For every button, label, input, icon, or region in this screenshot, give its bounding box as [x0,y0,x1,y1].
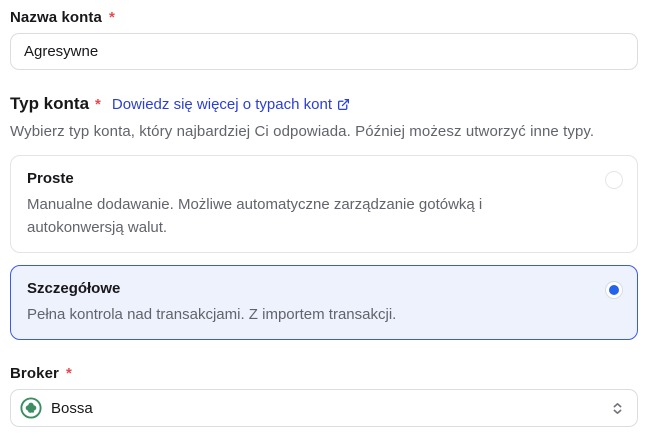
account-name-input[interactable] [10,33,638,70]
radio-button[interactable] [605,281,623,299]
account-form: Nazwa konta * Typ konta * Dowiedz się wi… [0,0,648,427]
required-asterisk: * [108,9,115,26]
external-link-icon [337,98,350,111]
account-name-label-text: Nazwa konta [10,9,102,26]
broker-select[interactable]: Bossa [10,389,638,427]
account-type-option-proste[interactable]: Proste Manualne dodawanie. Możliwe autom… [10,155,638,253]
account-name-label: Nazwa konta * [10,9,638,26]
chevron-up-down-icon [610,401,625,416]
account-type-title: Typ konta * [10,94,101,114]
account-type-header: Typ konta * Dowiedz się więcej o typach … [10,94,638,114]
broker-label-text: Broker [10,365,59,382]
broker-label: Broker * [10,365,638,382]
required-asterisk: * [65,365,72,382]
required-asterisk: * [95,95,101,113]
bossa-logo-icon [20,397,42,419]
account-type-description: Wybierz typ konta, który najbardziej Ci … [10,123,595,140]
radio-button[interactable] [605,171,623,189]
broker-selected-value: Bossa [51,399,93,417]
account-type-option-szczegolowe[interactable]: Szczegółowe Pełna kontrola nad transakcj… [10,265,638,340]
learn-more-link-text: Dowiedz się więcej o typach kont [111,95,332,113]
option-title: Szczegółowe [27,280,121,297]
account-type-title-text: Typ konta [10,94,90,113]
option-title: Proste [27,170,74,187]
option-description: Pełna kontrola nad transakcjami. Z impor… [27,306,397,323]
option-description: Manualne dodawanie. Możliwe automatyczne… [27,196,483,236]
learn-more-link[interactable]: Dowiedz się więcej o typach kont [112,96,350,113]
